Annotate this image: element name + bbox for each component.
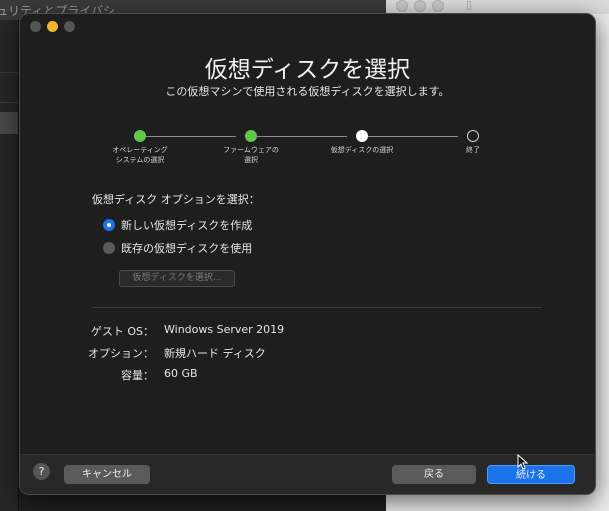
step-label-os: オペレーティング システムの選択	[112, 146, 168, 164]
info-value-capacity: 60 GB	[164, 367, 198, 380]
step-3-current-icon	[356, 130, 368, 142]
background-right-titlebar: ▯	[386, 0, 609, 14]
close-dot-icon[interactable]	[396, 0, 408, 12]
zoom-dot-icon[interactable]	[432, 0, 444, 12]
step-label-disk: 仮想ディスクの選択	[330, 146, 394, 154]
mouse-cursor-icon	[517, 454, 529, 470]
info-key-capacity: 容量：	[121, 369, 154, 382]
back-button[interactable]: 戻る	[392, 465, 476, 484]
sidebar-divider	[0, 102, 18, 103]
section-divider	[92, 307, 542, 308]
step-4-todo-icon	[467, 130, 479, 142]
dialog-footer: ? キャンセル 戻る 続ける	[20, 454, 595, 494]
progress-stepper: オペレーティング システムの選択 ファームウェアの 選択 仮想ディスクの選択 終…	[20, 14, 595, 184]
step-2-done-icon	[245, 130, 257, 142]
radio-label: 新しい仮想ディスクを作成	[121, 219, 253, 232]
step-label-firmware: ファームウェアの 選択	[223, 146, 279, 164]
help-button[interactable]: ?	[33, 463, 50, 480]
radio-label: 既存の仮想ディスクを使用	[121, 242, 253, 255]
step-label-finish: 終了	[466, 146, 480, 154]
new-vm-dialog: 仮想ディスクを選択 この仮想マシンで使用される仮想ディスクを選択します。 オペレ…	[19, 13, 596, 495]
sidebar-selected-item[interactable]	[0, 112, 18, 134]
background-sidebar	[0, 20, 19, 511]
continue-button[interactable]: 続ける	[487, 465, 575, 484]
info-key-option: オプション：	[88, 347, 154, 360]
info-value-option: 新規ハード ディスク	[164, 347, 266, 360]
minimize-dot-icon[interactable]	[414, 0, 426, 12]
step-connector	[146, 136, 236, 137]
radio-use-existing-disk[interactable]: 既存の仮想ディスクを使用	[103, 240, 252, 256]
disk-option-heading: 仮想ディスク オプションを選択：	[92, 193, 260, 206]
step-1-done-icon	[134, 130, 146, 142]
cancel-button[interactable]: キャンセル	[64, 465, 150, 484]
document-icon: ▯	[466, 0, 473, 11]
step-connector	[368, 136, 458, 137]
radio-unselected-icon[interactable]	[103, 242, 115, 254]
radio-create-new-disk[interactable]: 新しい仮想ディスクを作成	[103, 217, 252, 233]
choose-disk-button[interactable]: 仮想ディスクを選択...	[119, 270, 235, 287]
sidebar-divider	[0, 72, 18, 73]
info-value-guest-os: Windows Server 2019	[164, 323, 285, 336]
info-key-guest-os: ゲスト OS：	[90, 325, 154, 338]
radio-selected-icon[interactable]	[103, 219, 115, 231]
step-connector	[257, 136, 347, 137]
